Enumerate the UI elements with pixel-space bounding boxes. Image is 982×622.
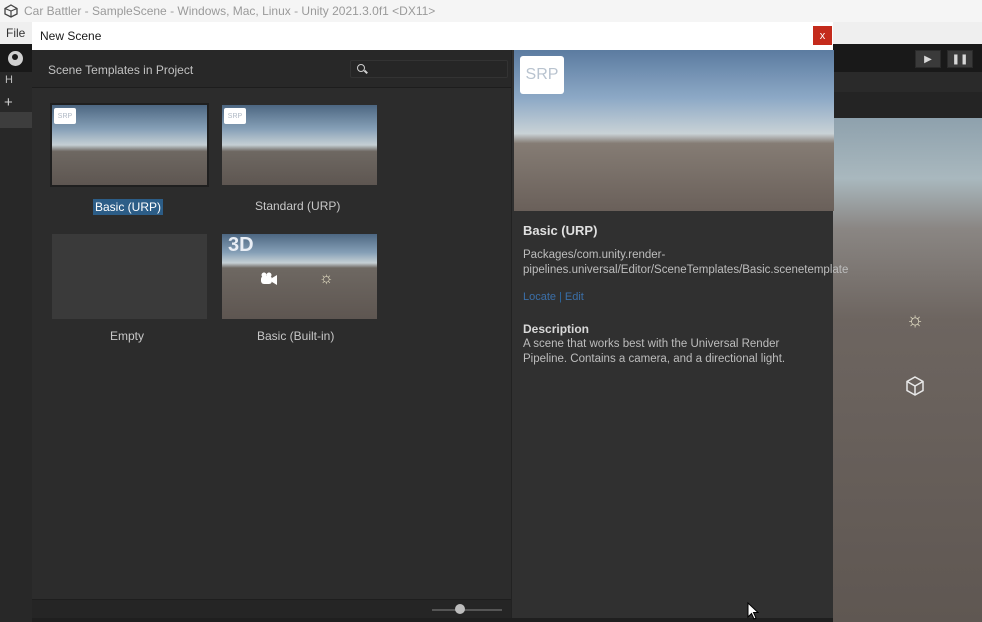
hierarchy-tab[interactable]: H (0, 74, 32, 92)
templates-footer (32, 599, 511, 618)
template-label: Basic (Built-in) (257, 329, 335, 343)
dialog-titlebar: New Scene x (32, 22, 833, 50)
locate-link[interactable]: Locate (523, 291, 556, 303)
template-label: Basic (URP) (93, 199, 164, 215)
slider-thumb[interactable] (455, 604, 465, 614)
dialog-title: New Scene (40, 29, 102, 43)
template-thumbnail: SRP (222, 105, 377, 185)
template-thumbnail: SRP (50, 103, 209, 187)
menu-file[interactable]: File (6, 26, 25, 40)
description-heading: Description (523, 322, 590, 336)
search-icon (357, 64, 365, 72)
details-links: Locate | Edit (523, 291, 584, 303)
new-scene-dialog: New Scene x Scene Templates in Project S… (32, 22, 849, 618)
account-icon[interactable] (8, 51, 23, 66)
unity-logo-icon (4, 4, 18, 18)
scene-tab-bar (833, 92, 982, 118)
details-title: Basic (URP) (523, 223, 598, 238)
edit-link[interactable]: Edit (565, 291, 584, 303)
mouse-cursor-icon (747, 602, 759, 620)
templates-header: Scene Templates in Project (32, 50, 511, 88)
srp-badge: SRP (224, 108, 246, 124)
pause-button[interactable]: ❚❚ (947, 50, 973, 68)
os-titlebar: Car Battler - SampleScene - Windows, Mac… (0, 0, 982, 22)
close-button[interactable]: x (813, 26, 832, 45)
close-icon: x (819, 29, 826, 42)
play-icon: ▶ (924, 53, 932, 65)
add-object-button[interactable]: + (4, 94, 13, 111)
hierarchy-panel (0, 72, 32, 622)
search-input[interactable] (350, 60, 508, 78)
pause-icon: ❚❚ (951, 53, 969, 65)
templates-panel: Scene Templates in Project SRP Basic (UR… (32, 50, 511, 618)
template-label: Standard (URP) (255, 199, 341, 213)
hierarchy-tab-label: H (5, 74, 13, 86)
srp-badge: SRP (520, 56, 564, 94)
template-details-panel: SRP Basic (URP) Packages/com.unity.rende… (511, 50, 849, 618)
directional-light-icon: ☼ (319, 270, 334, 287)
cube-icon[interactable] (903, 374, 927, 398)
thumbnail-size-slider[interactable] (432, 609, 502, 611)
template-label: Empty (110, 329, 145, 343)
description-text: A scene that works best with the Univers… (523, 338, 786, 365)
hierarchy-row[interactable] (0, 112, 32, 128)
3d-badge: 3D (228, 234, 254, 256)
template-preview: SRP (514, 50, 834, 211)
template-thumbnail: 3D ☼ (222, 234, 377, 319)
camera-icon (258, 272, 277, 285)
play-button[interactable]: ▶ (915, 50, 941, 68)
templates-heading: Scene Templates in Project (48, 63, 194, 77)
window-title: Car Battler - SampleScene - Windows, Mac… (24, 4, 436, 18)
details-path: Packages/com.unity.render-pipelines.univ… (523, 249, 849, 276)
template-thumbnail (52, 234, 207, 319)
srp-badge: SRP (54, 108, 76, 124)
scene-view[interactable] (833, 118, 982, 622)
directional-light-icon[interactable]: ☼ (903, 308, 927, 332)
